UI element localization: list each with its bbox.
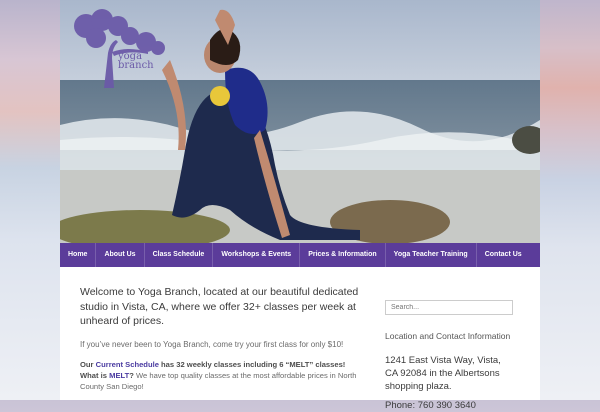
page: yoga branch Home About Us Class Schedule… — [60, 0, 540, 411]
background-right — [540, 0, 600, 400]
nav-item-contact-us[interactable]: Contact Us — [477, 243, 530, 267]
current-schedule-link[interactable]: Current Schedule — [96, 360, 159, 369]
schedule-paragraph: Our Current Schedule has 32 weekly class… — [80, 359, 362, 392]
logo-text: yoga branch — [118, 51, 154, 71]
intro-text: Welcome to Yoga Branch, located at our b… — [80, 286, 359, 327]
nav-item-workshops-events[interactable]: Workshops & Events — [213, 243, 301, 267]
hero-image: yoga branch — [60, 0, 540, 243]
nav-item-home[interactable]: Home — [60, 243, 97, 267]
logo[interactable]: yoga branch — [68, 8, 170, 90]
nav-item-class-schedule[interactable]: Class Schedule — [145, 243, 214, 267]
main-nav: Home About Us Class Schedule Workshops &… — [60, 243, 540, 267]
nav-item-yoga-teacher-training[interactable]: Yoga Teacher Training — [386, 243, 477, 267]
background-left — [0, 0, 60, 400]
sidebar: Location and Contact Information 1241 Ea… — [385, 296, 515, 412]
nav-item-prices-information[interactable]: Prices & Information — [300, 243, 386, 267]
first-class-note: If you’ve never been to Yoga Branch, com… — [80, 339, 344, 349]
sidebar-title: Location and Contact Information — [385, 331, 511, 341]
tree-icon — [74, 9, 165, 88]
search-input[interactable] — [385, 300, 513, 315]
para-our: Our — [80, 359, 96, 369]
address-text: 1241 East Vista Way, Vista, CA 92084 in … — [385, 355, 501, 392]
melt-link[interactable]: MELT — [109, 371, 129, 380]
main-content: Welcome to Yoga Branch, located at our b… — [80, 285, 362, 392]
phone-text: Phone: 760 390 3640 — [385, 400, 476, 411]
nav-item-about-us[interactable]: About Us — [96, 243, 145, 267]
